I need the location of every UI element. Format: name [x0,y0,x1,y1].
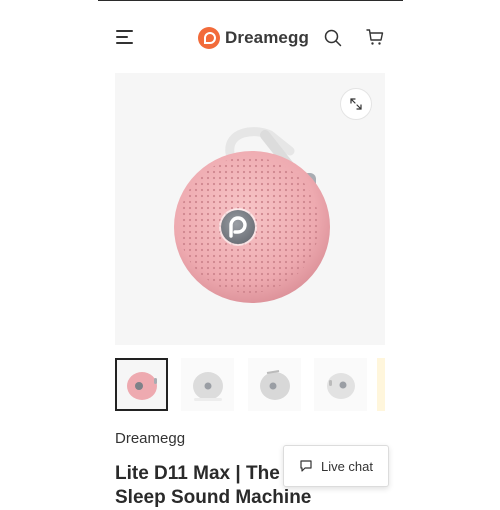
expand-icon [350,98,362,110]
top-divider [98,0,403,1]
product-brand: Dreamegg [115,430,186,447]
thumbnail-image [126,371,157,400]
menu-button[interactable] [116,30,134,44]
thumbnail-4[interactable] [314,358,367,411]
thumbnail-2[interactable] [181,358,234,411]
cart-button[interactable] [366,28,384,46]
thumbnail-image [192,371,223,401]
search-button[interactable] [324,29,342,47]
logo-text: Dreamegg [225,28,309,47]
thumbnail-image [326,372,355,399]
thumbnail-1[interactable] [115,358,168,411]
search-icon [324,29,342,47]
menu-line [116,36,128,38]
thumbnail-strip [115,358,385,413]
expand-image-button[interactable] [340,88,372,120]
chat-bubble-icon [300,460,312,472]
logo-mark-icon [198,27,220,49]
site-header: Dreamegg [98,10,403,65]
thumbnail-image [259,369,290,400]
brand-logo[interactable]: Dreamegg [198,26,309,50]
cart-icon [366,29,384,45]
hamburger-menu-icon [116,30,133,32]
live-chat-label: Live chat [320,458,374,474]
thumbnail-5[interactable] [377,358,385,411]
live-chat-button[interactable]: Live chat [283,445,389,487]
menu-line [116,42,133,44]
product-image-gallery[interactable] [115,73,385,345]
thumbnail-3[interactable] [248,358,301,411]
